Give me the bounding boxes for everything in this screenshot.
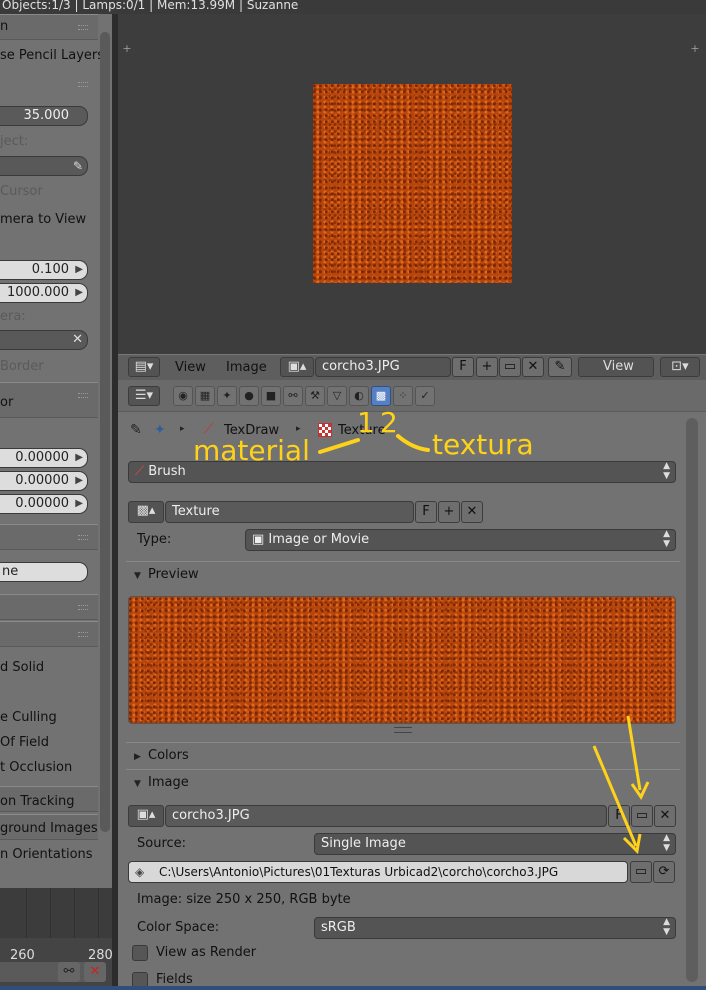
annotation-overlay: [318, 434, 650, 855]
annotation-number-1: 1: [357, 406, 375, 439]
annotation-number-2: 2: [380, 406, 398, 439]
annotation-textura: textura: [432, 428, 534, 461]
annotation-material: material: [193, 434, 310, 467]
